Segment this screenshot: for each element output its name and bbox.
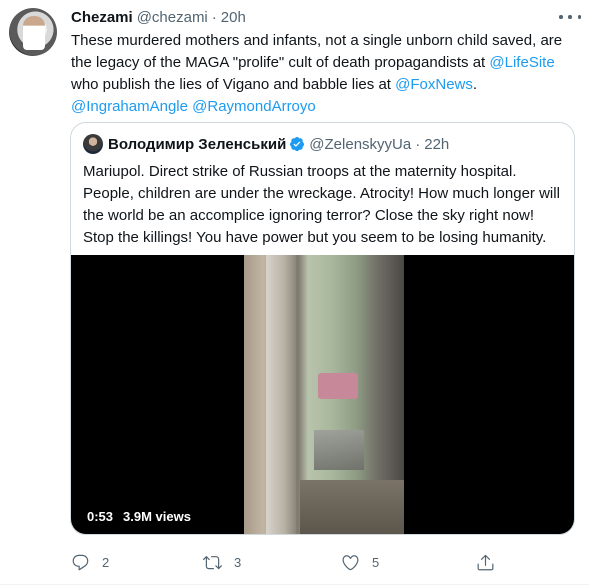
quoted-author-handle: @ZelenskyyUa: [309, 135, 412, 153]
mention-link[interactable]: @FoxNews: [395, 76, 473, 93]
quoted-tweet-time: 22h: [424, 135, 450, 153]
author-avatar[interactable]: [9, 8, 57, 56]
quoted-tweet-header: Володимир Зеленський @ZelenskyyUa · 22h: [83, 134, 449, 154]
tweet-text-part: who publish the lies of Vigano and babbl…: [71, 76, 396, 93]
quoted-author-name: Володимир Зеленський: [108, 135, 287, 153]
tweet-text-part: .: [472, 76, 478, 93]
video-frame-debris: [314, 430, 364, 470]
video-views: 3.9M views: [123, 509, 191, 524]
avatar-figure: [23, 16, 45, 50]
reply-icon: [72, 554, 89, 570]
retweet-button[interactable]: 3: [203, 552, 241, 572]
video-duration: 0:53: [87, 509, 114, 524]
header-separator: ·: [211, 8, 217, 26]
tweet[interactable]: Chezami @chezami · 20h These murdered mo…: [0, 0, 589, 587]
reply-button[interactable]: 2: [71, 552, 109, 572]
author-name[interactable]: Chezami: [71, 9, 133, 26]
retweet-icon: [203, 555, 222, 569]
verified-badge-icon: [290, 137, 305, 152]
share-icon: [477, 554, 494, 570]
mention-link[interactable]: @IngrahamAngle: [71, 98, 188, 115]
video-info: 0:53 3.9M views: [87, 509, 191, 524]
video-player[interactable]: 0:53 3.9M views: [71, 255, 574, 534]
retweet-count: 3: [234, 554, 242, 570]
author-handle[interactable]: @chezami: [137, 9, 208, 26]
quoted-tweet-text: Mariupol. Direct strike of Russian troop…: [83, 163, 560, 246]
video-frame-floor: [300, 480, 404, 534]
mention-link[interactable]: @LifeSite: [489, 54, 554, 71]
video-frame: [244, 255, 404, 534]
like-count: 5: [372, 554, 380, 570]
heart-icon: [342, 554, 359, 570]
video-frame-door: [266, 255, 296, 534]
tweet-time[interactable]: 20h: [221, 9, 246, 26]
bottom-divider: [0, 584, 589, 585]
share-button[interactable]: [476, 552, 495, 572]
video-frame-bed: [318, 373, 358, 399]
tweet-text: These murdered mothers and infants, not …: [71, 30, 576, 118]
tweet-header: Chezami @chezami · 20h: [71, 7, 246, 27]
action-bar: 2 3 5: [0, 548, 589, 576]
reply-count: 2: [102, 554, 110, 570]
quoted-tweet[interactable]: Володимир Зеленський @ZelenskyyUa · 22h …: [70, 122, 575, 535]
like-button[interactable]: 5: [341, 552, 379, 572]
mention-link[interactable]: @RaymondArroyo: [192, 98, 316, 115]
quoted-author-avatar: [83, 134, 103, 154]
more-icon[interactable]: [559, 9, 581, 25]
quoted-header-separator: ·: [415, 135, 421, 153]
